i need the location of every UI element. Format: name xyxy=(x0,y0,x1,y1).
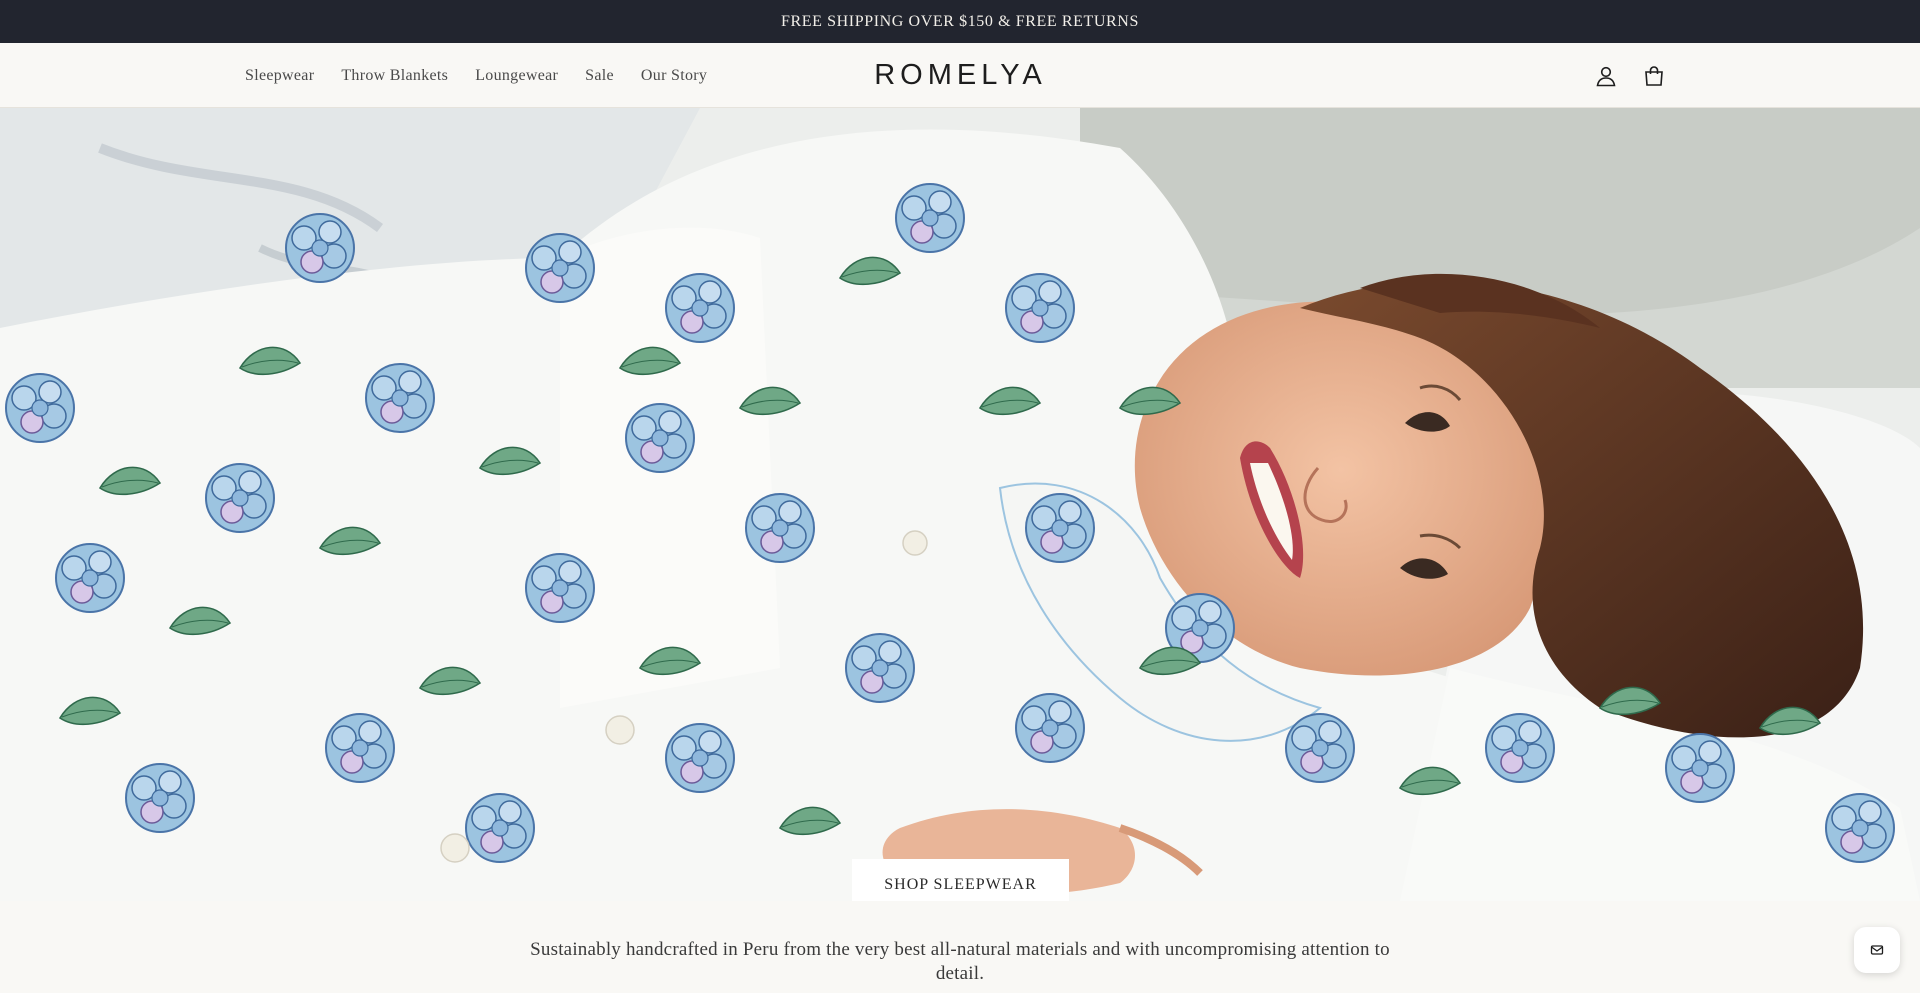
hero-banner: SHOP SLEEPWEAR xyxy=(0,108,1920,901)
site-header: Sleepwear Throw Blankets Loungewear Sale… xyxy=(0,43,1920,108)
nav-item-sale[interactable]: Sale xyxy=(585,67,614,85)
nav-item-throw-blankets[interactable]: Throw Blankets xyxy=(341,67,448,85)
announcement-bar: FREE SHIPPING OVER $150 & FREE RETURNS xyxy=(0,0,1920,43)
account-icon xyxy=(1596,66,1616,86)
chat-button[interactable] xyxy=(1854,927,1900,973)
announcement-text: FREE SHIPPING OVER $150 & FREE RETURNS xyxy=(781,12,1139,30)
nav-item-loungewear[interactable]: Loungewear xyxy=(475,67,558,85)
mail-icon xyxy=(1870,945,1884,955)
shop-sleepwear-button[interactable]: SHOP SLEEPWEAR xyxy=(852,859,1069,901)
nav-item-our-story[interactable]: Our Story xyxy=(641,67,707,85)
nav-item-sleepwear[interactable]: Sleepwear xyxy=(245,67,314,85)
cart-button[interactable] xyxy=(1640,62,1668,90)
hero-image xyxy=(0,108,1920,901)
cart-icon xyxy=(1645,65,1663,86)
site-logo[interactable]: ROMELYA xyxy=(868,43,1053,108)
brand-tagline: Sustainably handcrafted in Peru from the… xyxy=(530,939,1390,984)
main-nav: Sleepwear Throw Blankets Loungewear Sale… xyxy=(245,43,707,108)
header-actions xyxy=(1592,43,1668,108)
account-button[interactable] xyxy=(1592,62,1620,90)
